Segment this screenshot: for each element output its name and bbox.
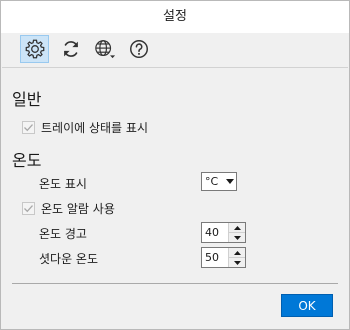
chevron-down-icon [109,55,115,59]
general-section-title: 일반 [12,90,42,109]
refresh-icon [63,41,78,57]
ok-button[interactable]: OK [281,294,333,317]
temperature-warning-label: 온도 경고 [39,227,87,241]
temperature-warning-spinbox[interactable]: 40 [201,222,246,243]
warning-increment-button[interactable] [229,223,245,232]
temperature-alarm-checkbox[interactable] [22,202,35,215]
warning-decrement-button[interactable] [229,232,245,242]
window-title: 설정 [1,1,349,33]
temperature-display-label: 온도 표시 [39,177,87,191]
tray-status-checkbox-row[interactable]: 트레이에 상태를 표시 [22,119,148,136]
footer-divider [12,283,338,284]
tray-status-checkbox[interactable] [22,121,35,134]
checkmark-icon [24,205,33,213]
gear-icon [25,39,44,59]
shutdown-temperature-label: 셧다운 온도 [39,252,99,266]
temperature-alarm-label: 온도 알람 사용 [41,202,115,216]
general-settings-tool[interactable] [20,35,49,63]
chevron-down-icon [223,173,236,190]
help-icon [129,40,148,58]
temperature-unit-select[interactable]: °C [201,172,237,191]
chevron-up-icon [233,250,241,255]
temperature-alarm-checkbox-row[interactable]: 온도 알람 사용 [22,200,115,217]
shutdown-temperature-value[interactable]: 50 [202,248,228,267]
temperature-warning-value[interactable]: 40 [202,223,228,242]
tray-status-label: 트레이에 상태를 표시 [41,121,148,135]
language-tool[interactable] [90,35,119,63]
shutdown-temperature-spinbox[interactable]: 50 [201,247,246,268]
toolbar-divider [2,67,348,68]
chevron-up-icon [233,225,241,230]
temperature-unit-value: °C [205,175,219,188]
chevron-down-icon [233,235,241,240]
checkmark-icon [24,124,33,132]
toolbar [1,33,349,66]
globe-icon [94,40,115,59]
temperature-section-title: 온도 [12,151,42,170]
shutdown-decrement-button[interactable] [229,257,245,267]
shutdown-increment-button[interactable] [229,248,245,257]
update-tool[interactable] [56,35,85,63]
chevron-down-icon [233,260,241,265]
settings-window: 설정 일반 트레이에 상태를 표시 온도 온도 표시 °C 온도 알람 사용 온… [0,0,350,330]
help-tool[interactable] [124,35,153,63]
